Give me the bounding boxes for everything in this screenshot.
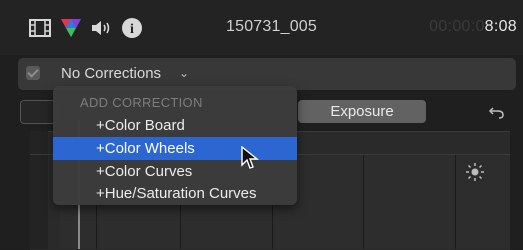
correction-enable-checkbox[interactable] bbox=[26, 66, 40, 80]
timecode-bright: 8:08 bbox=[484, 18, 517, 35]
color-inspector: i 150731_005 00:00:08:08 No Corrections … bbox=[0, 0, 523, 250]
mouse-pointer-icon bbox=[241, 146, 259, 169]
tab-exposure[interactable]: Exposure bbox=[298, 100, 426, 123]
svg-text:i: i bbox=[130, 22, 134, 37]
panel-left-strip bbox=[30, 131, 48, 249]
speaker-icon[interactable] bbox=[90, 17, 112, 39]
clip-name: 150731_005 bbox=[226, 18, 317, 35]
chevron-down-icon[interactable]: ⌄ bbox=[179, 66, 189, 80]
film-icon[interactable] bbox=[29, 17, 51, 39]
menu-item-color-board[interactable]: +Color Board bbox=[53, 114, 297, 137]
info-icon[interactable]: i bbox=[121, 17, 143, 39]
timecode: 00:00:08:08 bbox=[429, 18, 517, 36]
sun-icon bbox=[466, 163, 484, 181]
reset-icon[interactable] bbox=[488, 103, 506, 121]
grid-line bbox=[363, 155, 364, 249]
inspector-header: i 150731_005 00:00:08:08 bbox=[0, 0, 523, 55]
menu-header: ADD CORRECTION bbox=[80, 95, 203, 110]
grid-line bbox=[455, 155, 456, 249]
menu-item-hue-saturation-curves[interactable]: +Hue/Saturation Curves bbox=[53, 182, 297, 205]
timecode-dim: 00:00:0 bbox=[429, 18, 485, 35]
corrections-popup-label[interactable]: No Corrections bbox=[61, 65, 161, 82]
color-prism-icon[interactable] bbox=[60, 17, 82, 39]
